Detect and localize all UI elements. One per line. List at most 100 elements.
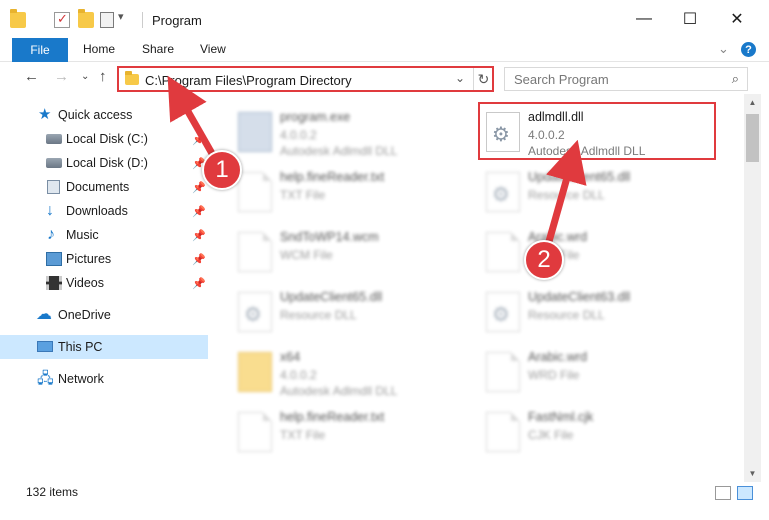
- cloud-icon: ☁: [36, 306, 52, 323]
- file-type: CJK File: [528, 428, 574, 442]
- pin-icon[interactable]: 📌: [192, 253, 206, 266]
- file-name: SndToWP14.wcm: [280, 230, 379, 244]
- search-box[interactable]: Search Program ⌕: [504, 67, 748, 91]
- sidebar-item-local-disk-c[interactable]: Local Disk (C:) 📌: [0, 127, 208, 151]
- scroll-up-arrow-icon[interactable]: ▲: [744, 94, 761, 111]
- refresh-button[interactable]: ↻: [473, 68, 493, 90]
- file-item[interactable]: x64 4.0.0.2 Autodesk Adlmdll DLL: [208, 344, 448, 398]
- tab-file[interactable]: File: [12, 38, 68, 62]
- file-description: Autodesk Adlmdll DLL: [280, 384, 398, 398]
- file-name: UpdateClient63.dll: [528, 290, 631, 304]
- close-button[interactable]: ✕: [714, 0, 760, 38]
- file-item[interactable]: SndToWP14.wcm WCM File: [208, 224, 448, 278]
- sidebar-item-music[interactable]: ♪ Music 📌: [0, 223, 208, 247]
- help-button[interactable]: ?: [741, 42, 756, 57]
- forward-button[interactable]: →: [54, 68, 69, 85]
- file-name: program.exe: [280, 110, 351, 124]
- file-type: TXT File: [280, 428, 326, 442]
- sidebar-item-label: Local Disk (C:): [66, 132, 148, 146]
- vertical-scrollbar[interactable]: ▲ ▼: [744, 94, 761, 482]
- search-icon[interactable]: ⌕: [732, 71, 739, 87]
- sidebar-item-label: Music: [66, 228, 99, 242]
- search-input[interactable]: Search Program: [514, 72, 609, 87]
- file-item[interactable]: help.fineReader.txt TXT File: [208, 404, 448, 458]
- back-button[interactable]: ←: [24, 68, 39, 85]
- file-name: Arabic.wrd: [528, 350, 588, 364]
- download-icon: ↓: [46, 202, 54, 219]
- document-icon: [486, 232, 520, 272]
- sidebar-item-label: Videos: [66, 276, 104, 290]
- address-dropdown-chevron-icon[interactable]: ⌄: [455, 71, 465, 85]
- ribbon-tabs: File Home Share View ⌄ ?: [0, 38, 769, 62]
- videos-icon: [46, 276, 62, 290]
- maximize-button[interactable]: ☐: [667, 0, 713, 38]
- file-item[interactable]: UpdateClient65.dll Resource DLL: [208, 284, 448, 338]
- sidebar-item-label: This PC: [58, 340, 103, 354]
- title-bar: ▾ Program — ☐ ✕: [0, 0, 769, 38]
- sidebar-item-pictures[interactable]: Pictures 📌: [0, 247, 208, 271]
- step-badge-1: 1: [202, 150, 242, 190]
- status-bar: 132 items: [0, 482, 769, 520]
- file-item[interactable]: UpdateClient65.dll Resource DLL: [456, 164, 696, 218]
- sidebar-item-network[interactable]: 🖧 Network: [0, 367, 208, 391]
- file-version: 4.0.0.2: [280, 128, 317, 142]
- file-item[interactable]: UpdateClient63.dll Resource DLL: [456, 284, 696, 338]
- tab-share[interactable]: Share: [142, 42, 174, 56]
- document-icon: [486, 352, 520, 392]
- file-item[interactable]: FastNml.cjk CJK File: [456, 404, 696, 458]
- window-title: Program: [152, 13, 202, 28]
- sidebar-item-documents[interactable]: Documents 📌: [0, 175, 208, 199]
- folder-icon: [125, 71, 139, 85]
- document-icon: [238, 232, 272, 272]
- quick-access-dropdown-icon[interactable]: ▾: [118, 10, 134, 26]
- tab-view[interactable]: View: [200, 42, 226, 56]
- new-folder-icon[interactable]: [78, 9, 94, 28]
- scroll-down-arrow-icon[interactable]: ▼: [744, 465, 761, 482]
- file-description: Autodesk Adlmdll DLL: [280, 144, 398, 158]
- pin-icon[interactable]: 📌: [192, 205, 206, 218]
- dll-icon: [486, 172, 520, 212]
- sidebar-item-label: Network: [58, 372, 104, 386]
- file-type: Resource DLL: [280, 308, 357, 322]
- file-name: FastNml.cjk: [528, 410, 594, 424]
- large-icons-view-icon[interactable]: [737, 486, 753, 500]
- customize-toolbar-icon[interactable]: [100, 12, 114, 28]
- sidebar-item-label: Downloads: [66, 204, 128, 218]
- item-count: 132 items: [26, 485, 79, 499]
- file-item[interactable]: Arabic.wrd WRD File: [456, 344, 696, 398]
- sidebar-item-local-disk-d[interactable]: Local Disk (D:) 📌: [0, 151, 208, 175]
- file-item[interactable]: program.exe 4.0.0.2 Autodesk Adlmdll DLL: [208, 104, 448, 158]
- sidebar-item-videos[interactable]: Videos 📌: [0, 271, 208, 295]
- tab-home[interactable]: Home: [83, 42, 115, 56]
- expand-ribbon-chevron-icon[interactable]: ⌄: [718, 41, 729, 57]
- navigation-bar: ← → ⌄ ↑ C:\Program Files\Program Directo…: [0, 62, 769, 94]
- properties-check-icon[interactable]: [54, 11, 70, 28]
- sidebar-item-quick-access[interactable]: ★ Quick access: [0, 103, 208, 127]
- address-bar[interactable]: C:\Program Files\Program Directory ⌄ ↻: [117, 66, 494, 92]
- details-view-icon[interactable]: [715, 486, 731, 500]
- scroll-thumb[interactable]: [746, 114, 759, 162]
- pin-icon[interactable]: 📌: [192, 229, 206, 242]
- file-item[interactable]: help.fineReader.txt TXT File: [208, 164, 448, 218]
- sidebar-item-downloads[interactable]: ↓ Downloads 📌: [0, 199, 208, 223]
- recent-locations-chevron-icon[interactable]: ⌄: [81, 71, 89, 82]
- pin-icon[interactable]: 📌: [192, 277, 206, 290]
- file-type: WCM File: [280, 248, 333, 262]
- sidebar-item-onedrive[interactable]: ☁ OneDrive: [0, 303, 208, 327]
- file-item[interactable]: Arabic.wrd WRD File: [456, 224, 696, 278]
- sidebar-item-label: Quick access: [58, 108, 133, 122]
- star-icon: ★: [38, 106, 52, 123]
- minimize-button[interactable]: —: [621, 0, 667, 38]
- up-button[interactable]: ↑: [99, 68, 107, 85]
- document-icon: [238, 172, 272, 212]
- disk-icon: [46, 134, 62, 144]
- file-type: WRD File: [528, 368, 580, 382]
- pin-icon[interactable]: 📌: [192, 181, 206, 194]
- address-path[interactable]: C:\Program Files\Program Directory: [145, 73, 352, 88]
- folder-icon: [10, 9, 26, 28]
- pin-icon[interactable]: 📌: [192, 133, 206, 146]
- file-version: 4.0.0.2: [280, 368, 317, 382]
- step-badge-2: 2: [524, 240, 564, 280]
- sidebar-item-this-pc[interactable]: This PC: [0, 335, 208, 359]
- dll-icon: [486, 292, 520, 332]
